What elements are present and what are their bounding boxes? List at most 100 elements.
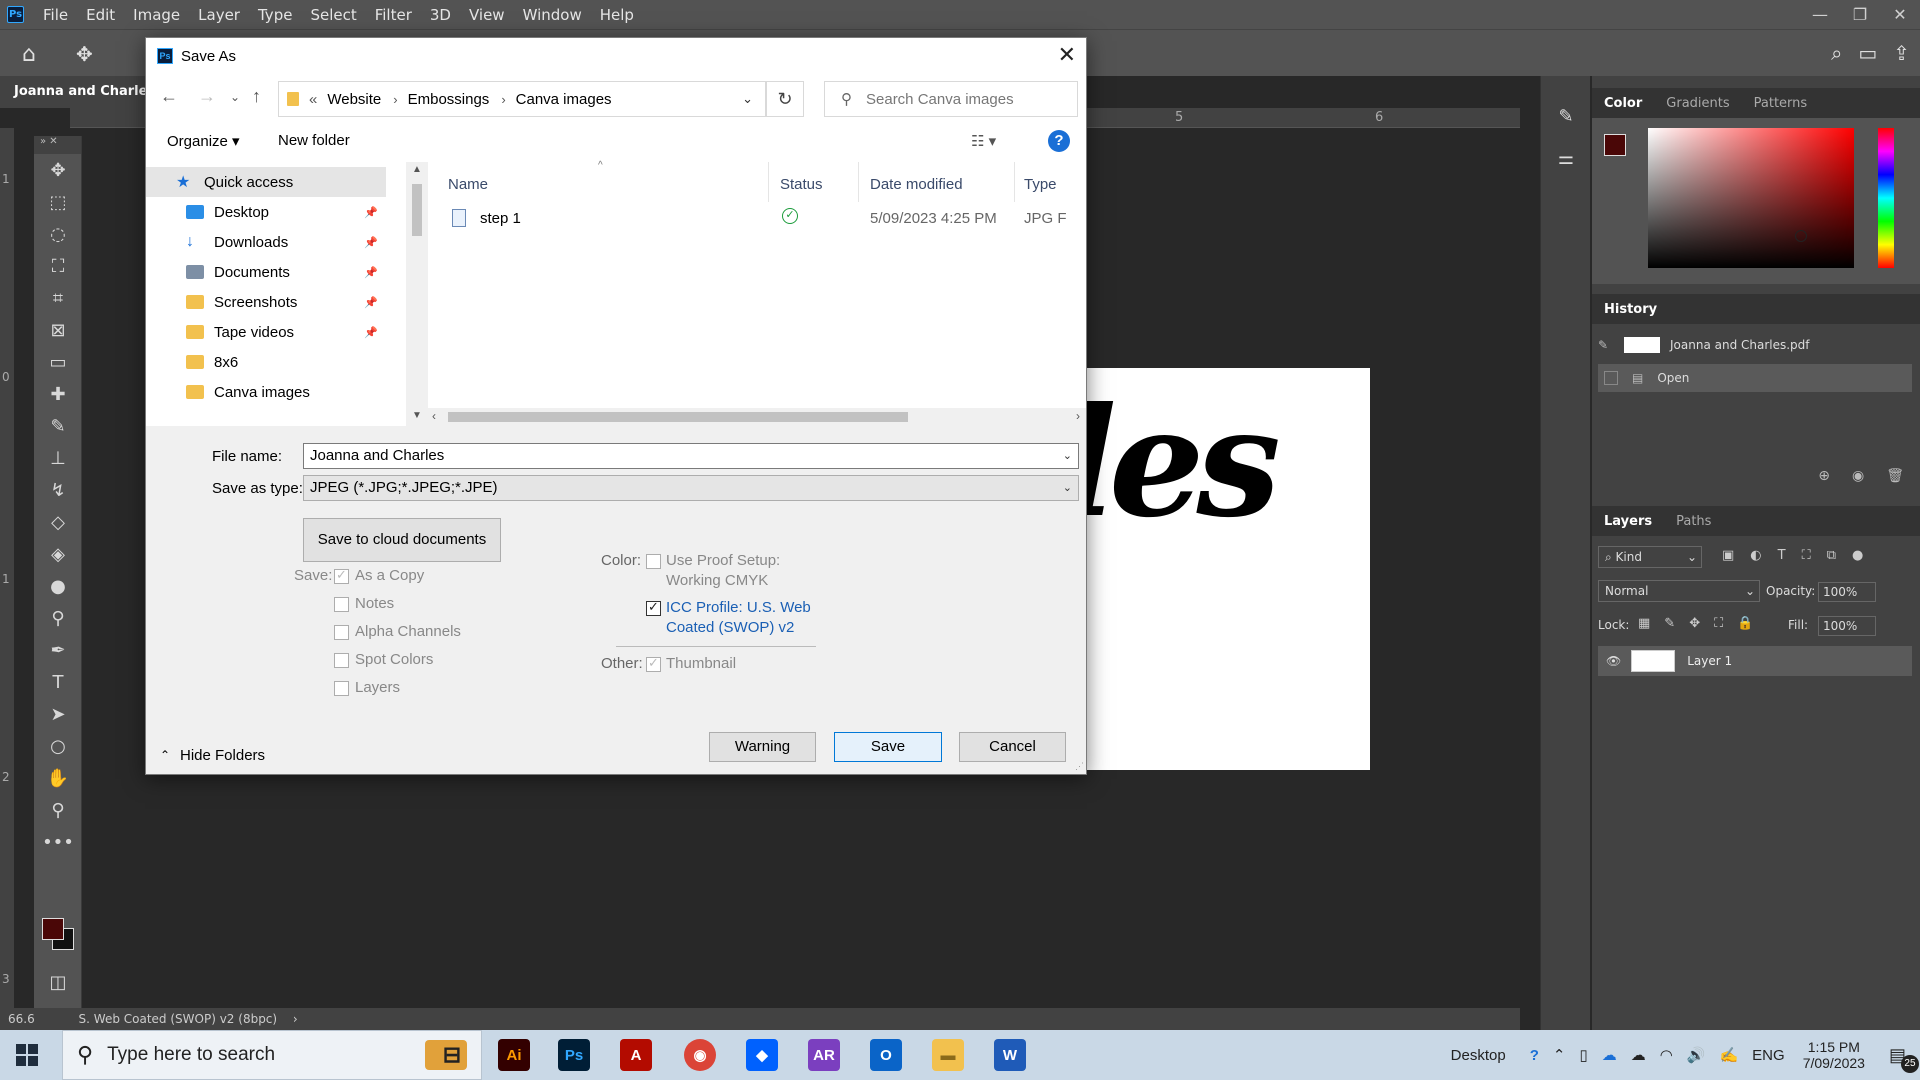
lock-position-icon[interactable]: ✥ xyxy=(1689,616,1700,631)
nav-item-8x6[interactable]: 8x6 xyxy=(146,347,386,377)
windows-start-icon[interactable] xyxy=(16,1044,38,1066)
onedrive-icon[interactable]: ☁ xyxy=(1602,1046,1617,1064)
icc-profile-label[interactable]: ICC Profile: U.S. Web xyxy=(666,599,811,616)
thumbnail-checkbox[interactable] xyxy=(646,655,661,672)
tab-history[interactable]: History xyxy=(1592,302,1669,317)
back-arrow-icon[interactable]: ← xyxy=(160,86,178,107)
clock[interactable]: 1:15 PM 7/09/2023 xyxy=(1803,1039,1865,1071)
column-divider[interactable] xyxy=(858,162,859,202)
blend-mode-select[interactable]: Normal ⌄ xyxy=(1598,580,1760,602)
nav-item-quick-access[interactable]: ★ Quick access xyxy=(146,167,386,197)
breadcrumb-overflow[interactable]: « xyxy=(309,91,317,108)
breadcrumb-separator-icon[interactable]: › xyxy=(393,92,397,107)
column-type[interactable]: Type xyxy=(1024,176,1057,193)
breadcrumb-separator-icon[interactable]: › xyxy=(501,92,505,107)
recent-locations-icon[interactable]: ⌄ xyxy=(230,90,240,104)
status-arrow-icon[interactable]: › xyxy=(293,1012,298,1026)
history-brush-source-icon[interactable]: ✎ xyxy=(1598,338,1616,352)
scrollbar-thumb[interactable] xyxy=(412,184,422,236)
wifi-icon[interactable]: ◠ xyxy=(1660,1046,1673,1064)
tab-layers[interactable]: Layers xyxy=(1592,514,1664,529)
scrollbar-thumb[interactable] xyxy=(448,412,908,422)
color-picker-field[interactable] xyxy=(1648,128,1854,268)
adjust-filter-icon[interactable]: ◐ xyxy=(1750,548,1761,563)
breadcrumb-embossings[interactable]: Embossings xyxy=(408,91,490,108)
lock-artboard-icon[interactable]: ⛶ xyxy=(1714,616,1723,631)
file-explorer-icon[interactable]: ▬ xyxy=(932,1039,964,1071)
notification-center-icon[interactable]: ▤ 25 xyxy=(1889,1045,1919,1073)
tab-paths[interactable]: Paths xyxy=(1664,514,1723,529)
nav-item-tape-videos[interactable]: Tape videos 📌 xyxy=(146,317,386,347)
object-select-icon[interactable]: ⛶ xyxy=(34,250,82,282)
lock-pixels-icon[interactable]: ▦ xyxy=(1638,616,1650,631)
zoom-icon[interactable]: ⚲ xyxy=(34,794,82,826)
restore-icon[interactable]: ❐ xyxy=(1840,0,1880,29)
volume-icon[interactable]: 🔊 xyxy=(1687,1046,1706,1064)
column-divider[interactable] xyxy=(1014,162,1015,202)
lock-paint-icon[interactable]: ✎ xyxy=(1664,616,1675,631)
lasso-icon[interactable]: ◌ xyxy=(34,218,82,250)
warning-button[interactable]: Warning xyxy=(709,732,816,762)
column-date-modified[interactable]: Date modified xyxy=(870,176,963,193)
save-to-cloud-button[interactable]: Save to cloud documents xyxy=(303,518,501,562)
word-icon[interactable]: W xyxy=(994,1039,1026,1071)
foreground-color-swatch[interactable] xyxy=(42,918,64,940)
marquee-icon[interactable]: ⬚ xyxy=(34,186,82,218)
adjust-panel-icon[interactable]: ⚌ xyxy=(1546,148,1586,180)
icc-profile-name[interactable]: Coated (SWOP) v2 xyxy=(666,619,794,636)
new-folder-button[interactable]: New folder xyxy=(278,132,350,149)
nav-item-canva-images[interactable]: Canva images xyxy=(146,377,386,407)
up-arrow-icon[interactable]: ↑ xyxy=(252,86,261,107)
paint-bucket-icon[interactable]: ◈ xyxy=(34,538,82,570)
menu-view[interactable]: View xyxy=(460,6,514,24)
refresh-icon[interactable]: ↻ xyxy=(766,81,804,117)
dodge-icon[interactable]: ⚲ xyxy=(34,602,82,634)
blur-icon[interactable]: ● xyxy=(34,570,82,602)
meet-icon[interactable]: ▯ xyxy=(1579,1046,1587,1064)
photoshop-taskbar-icon[interactable]: Ps xyxy=(558,1039,590,1071)
eye-icon[interactable]: 👁 xyxy=(1606,654,1621,668)
frame-icon[interactable]: ⊠ xyxy=(34,314,82,346)
menu-layer[interactable]: Layer xyxy=(189,6,249,24)
breadcrumb-canva-images[interactable]: Canva images xyxy=(516,91,612,108)
menu-select[interactable]: Select xyxy=(301,6,365,24)
ruler-tool-icon[interactable]: ▭ xyxy=(34,346,82,378)
outlook-icon[interactable]: O xyxy=(870,1039,902,1071)
menu-image[interactable]: Image xyxy=(124,6,189,24)
tab-patterns[interactable]: Patterns xyxy=(1742,96,1820,111)
history-checkbox[interactable] xyxy=(1604,371,1618,385)
organize-button[interactable]: Organize ▾ xyxy=(167,132,240,150)
dropbox-icon[interactable]: ◆ xyxy=(746,1039,778,1071)
as-a-copy-checkbox[interactable] xyxy=(334,567,349,584)
menu-filter[interactable]: Filter xyxy=(366,6,421,24)
save-type-select[interactable]: JPEG (*.JPG;*.JPEG;*.JPE) ⌄ xyxy=(303,475,1079,501)
share-icon[interactable]: ⇪ xyxy=(1893,41,1910,65)
column-divider[interactable] xyxy=(768,162,769,202)
layer-name[interactable]: Layer 1 xyxy=(1687,654,1732,668)
search-icon[interactable]: ⌕ xyxy=(1831,41,1842,65)
breadcrumb-website[interactable]: Website xyxy=(327,91,381,108)
resize-grip-icon[interactable]: ⋰ xyxy=(1075,761,1084,772)
crop-icon[interactable]: ⌗ xyxy=(34,282,82,314)
smart-filter-icon[interactable]: ⧉ xyxy=(1827,548,1836,563)
move-tool-icon[interactable]: ✥ xyxy=(76,42,93,66)
new-document-icon[interactable]: ⊕ xyxy=(1818,468,1830,484)
minimize-icon[interactable]: — xyxy=(1800,0,1840,29)
fill-input[interactable]: 100% xyxy=(1818,616,1876,636)
taskbar-search[interactable]: ⚲ Type here to search xyxy=(62,1030,482,1080)
opacity-input[interactable]: 100% xyxy=(1818,582,1876,602)
file-name-input[interactable]: Joanna and Charles ⌄ xyxy=(303,443,1079,469)
document-tab[interactable]: Joanna and Charles.p xyxy=(0,76,150,108)
chevron-up-icon[interactable]: ⌃ xyxy=(1553,1046,1566,1064)
brush-panel-icon[interactable]: ✎ xyxy=(1546,106,1586,138)
cloud-icon[interactable]: ☁ xyxy=(1631,1046,1646,1064)
filter-toggle-icon[interactable]: ● xyxy=(1852,548,1863,563)
pixel-filter-icon[interactable]: ▣ xyxy=(1722,548,1734,563)
acrobat-icon[interactable]: A xyxy=(620,1039,652,1071)
desktop-toolbar-label[interactable]: Desktop xyxy=(1451,1047,1506,1064)
tab-color[interactable]: Color xyxy=(1592,96,1654,111)
move-icon[interactable]: ✥ xyxy=(34,154,82,186)
scroll-right-icon[interactable]: › xyxy=(1076,409,1080,423)
scroll-left-icon[interactable]: ‹ xyxy=(432,409,436,423)
lock-all-icon[interactable]: 🔒 xyxy=(1737,616,1753,631)
